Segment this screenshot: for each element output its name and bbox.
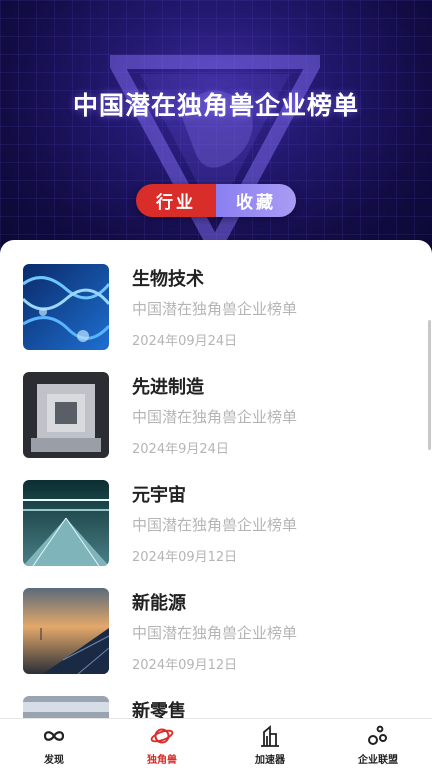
tab-label: 加速器 [255, 755, 285, 766]
new-energy-thumbnail [23, 588, 109, 674]
tab-label: 企业联盟 [358, 755, 398, 766]
tab-label: 发现 [44, 755, 64, 766]
planet-icon [150, 728, 174, 744]
item-date: 2024年09月12日 [132, 658, 238, 673]
item-date: 2024年09月24日 [132, 334, 238, 349]
page-title: 中国潜在独角兽企业榜单 [72, 91, 359, 120]
list-item[interactable]: 先进制造 中国潜在独角兽企业榜单 2024年9月24日 [0, 372, 432, 480]
tab-industry[interactable]: 行业 [136, 184, 216, 217]
list-item[interactable]: 新零售 [0, 696, 432, 720]
item-title: 新能源 [132, 593, 186, 614]
tab-favorites[interactable]: 收藏 [216, 184, 296, 217]
segment-control: 行业 收藏 [136, 184, 296, 217]
item-title: 元宇宙 [132, 485, 186, 506]
item-subtitle: 中国潜在独角兽企业榜单 [132, 408, 298, 426]
list-container: 生物技术 中国潜在独角兽企业榜单 2024年09月24日 先进制造 中国潜在独角… [0, 240, 432, 720]
biotech-thumbnail [23, 264, 109, 350]
item-date: 2024年09月12日 [132, 550, 238, 565]
item-subtitle: 中国潜在独角兽企业榜单 [132, 516, 298, 534]
metaverse-thumbnail [23, 480, 109, 566]
item-subtitle: 中国潜在独角兽企业榜单 [132, 624, 298, 642]
tab-alliance[interactable]: 企业联盟 [324, 719, 432, 768]
infinity-icon [43, 731, 65, 741]
item-title: 生物技术 [132, 269, 204, 290]
buildings-icon [261, 725, 279, 747]
header-banner: 中国潜在独角兽企业榜单 行业 收藏 [0, 0, 432, 262]
new-retail-thumbnail [23, 696, 109, 720]
item-date: 2024年9月24日 [132, 442, 229, 457]
tab-unicorn[interactable]: 独角兽 [108, 719, 216, 768]
tab-discover[interactable]: 发现 [0, 719, 108, 768]
manufacturing-thumbnail [23, 372, 109, 458]
bottom-tab-bar: 发现 独角兽 加速器 企业联盟 [0, 718, 432, 768]
scrollbar[interactable] [428, 320, 431, 450]
network-icon [368, 725, 387, 745]
tab-accelerator[interactable]: 加速器 [216, 719, 324, 768]
unicorn-logo-icon [110, 55, 320, 252]
tab-label: 独角兽 [147, 755, 177, 766]
item-subtitle: 中国潜在独角兽企业榜单 [132, 300, 298, 318]
item-title: 先进制造 [132, 377, 204, 398]
list-item[interactable]: 新能源 中国潜在独角兽企业榜单 2024年09月12日 [0, 588, 432, 696]
list-item[interactable]: 元宇宙 中国潜在独角兽企业榜单 2024年09月12日 [0, 480, 432, 588]
item-title: 新零售 [132, 701, 186, 720]
list-item[interactable]: 生物技术 中国潜在独角兽企业榜单 2024年09月24日 [0, 264, 432, 372]
